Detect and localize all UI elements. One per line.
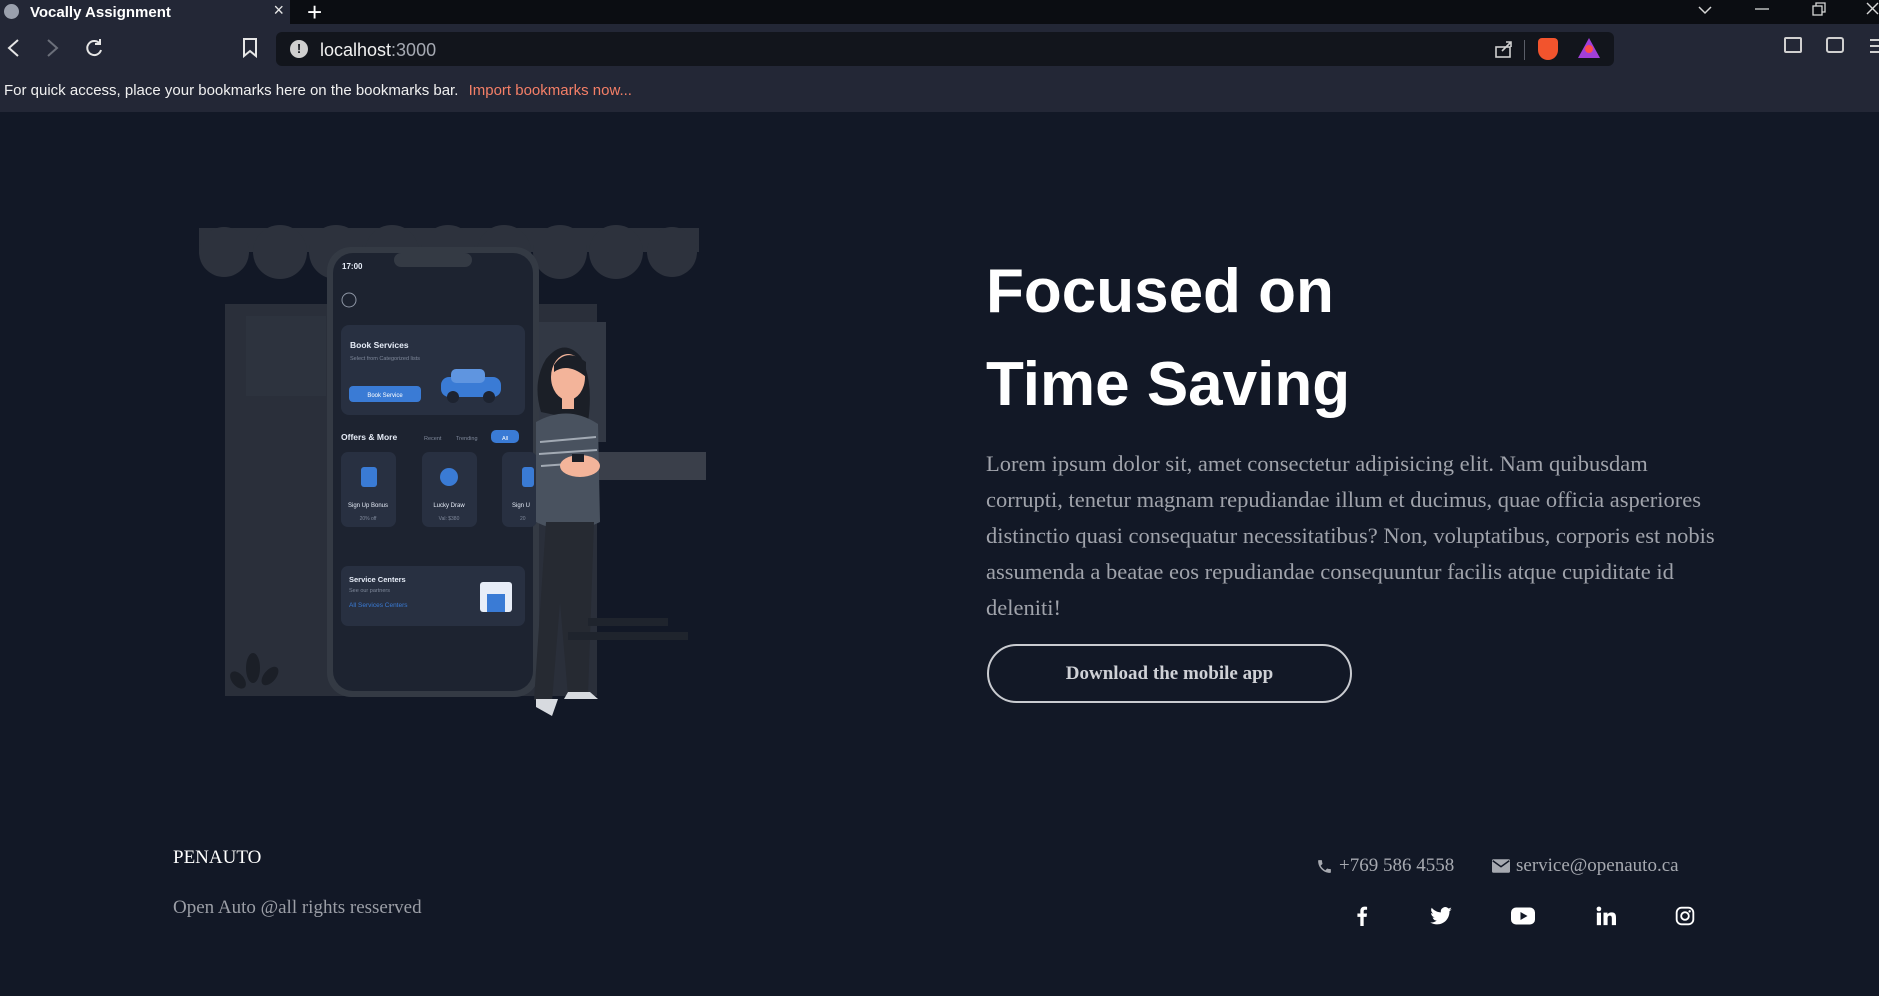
footer-phone[interactable]: +769 586 4558: [1316, 855, 1454, 877]
instagram-icon[interactable]: [1673, 904, 1697, 928]
hero-illustration: 17:00 Book Services Select from Categori…: [199, 225, 706, 716]
tab-strip: Vocally Assignment × +: [0, 0, 1879, 27]
window-close-icon[interactable]: [1866, 2, 1879, 15]
footer-brand: PENAUTO: [173, 847, 262, 868]
phone-filter-trending: Trending: [456, 436, 478, 442]
phone-service-link: All Services Centers: [349, 602, 408, 609]
forward-icon[interactable]: [44, 39, 60, 57]
hero-title-line2: Time Saving: [986, 350, 1351, 419]
minimize-icon[interactable]: [1755, 7, 1769, 11]
footer-copyright: Open Auto @all rights resserved: [173, 897, 422, 918]
browser-tab[interactable]: Vocally Assignment ×: [0, 0, 290, 24]
phone-icon: [1318, 859, 1331, 873]
twitter-icon[interactable]: [1429, 904, 1453, 928]
restore-icon[interactable]: [1812, 2, 1826, 16]
footer-email[interactable]: service@openauto.ca: [1492, 855, 1679, 877]
hero-title-line1: Focused on: [986, 257, 1334, 326]
browser-toolbar: ! localhost:3000: [0, 24, 1879, 74]
bookmark-icon[interactable]: [243, 38, 257, 58]
phone-service-title: Service Centers: [349, 575, 406, 584]
phone-card2-title: Lucky Draw: [433, 503, 465, 509]
phone-card3-title: Sign U: [512, 503, 530, 509]
bookmarks-bar: For quick access, place your bookmarks h…: [0, 74, 1879, 112]
footer-phone-text: +769 586 4558: [1339, 855, 1455, 876]
footer-email-text: service@openauto.ca: [1516, 855, 1679, 876]
phone-card2-sub: Val: $380: [439, 516, 460, 522]
phone-filter-all: All: [502, 436, 508, 442]
phone-book-btn: Book Service: [367, 393, 403, 399]
sidebar-icon[interactable]: [1784, 37, 1802, 53]
divider: [1524, 40, 1525, 60]
hero-title: Focused on Time Saving: [986, 245, 1586, 431]
chevron-down-icon[interactable]: [1698, 5, 1712, 15]
address-bar[interactable]: ! localhost:3000: [276, 32, 1614, 66]
page-body: 17:00 Book Services Select from Categori…: [0, 112, 1879, 996]
tab-close-button[interactable]: ×: [273, 0, 284, 21]
youtube-icon[interactable]: [1511, 904, 1535, 928]
reload-icon[interactable]: [84, 38, 104, 58]
phone-card1-sub: 20% off: [360, 516, 377, 522]
phone-card1-title: Sign Up Bonus: [348, 503, 388, 509]
phone-book-title: Book Services: [350, 340, 409, 350]
wallet-icon[interactable]: [1826, 37, 1844, 53]
phone-time: 17:00: [342, 262, 363, 271]
back-icon[interactable]: [6, 39, 22, 57]
url-text[interactable]: localhost:3000: [320, 40, 436, 61]
phone-card3-sub: 20: [520, 516, 526, 522]
download-app-button[interactable]: Download the mobile app: [987, 644, 1352, 703]
tab-title: Vocally Assignment: [30, 3, 171, 21]
linkedin-icon[interactable]: [1594, 904, 1618, 928]
hero-description: Lorem ipsum dolor sit, amet consectetur …: [986, 451, 1715, 620]
globe-icon: [4, 4, 19, 19]
brave-rewards-icon[interactable]: [1578, 38, 1600, 58]
menu-icon[interactable]: [1870, 38, 1879, 54]
url-port: :3000: [391, 40, 437, 60]
facebook-icon[interactable]: [1350, 904, 1374, 928]
bookmarks-message: For quick access, place your bookmarks h…: [4, 82, 459, 99]
brave-shields-icon[interactable]: [1538, 38, 1558, 60]
share-icon[interactable]: [1494, 39, 1514, 59]
phone-service-sub: See our partners: [349, 588, 390, 594]
phone-book-sub: Select from Categorized lists: [350, 356, 420, 362]
site-info-icon[interactable]: !: [290, 40, 308, 58]
url-host: localhost: [320, 40, 392, 60]
import-bookmarks-link[interactable]: Import bookmarks now...: [469, 82, 632, 99]
phone-filter-recent: Recent: [424, 436, 442, 442]
mail-icon: [1492, 859, 1510, 873]
phone-offers-title: Offers & More: [341, 432, 397, 442]
